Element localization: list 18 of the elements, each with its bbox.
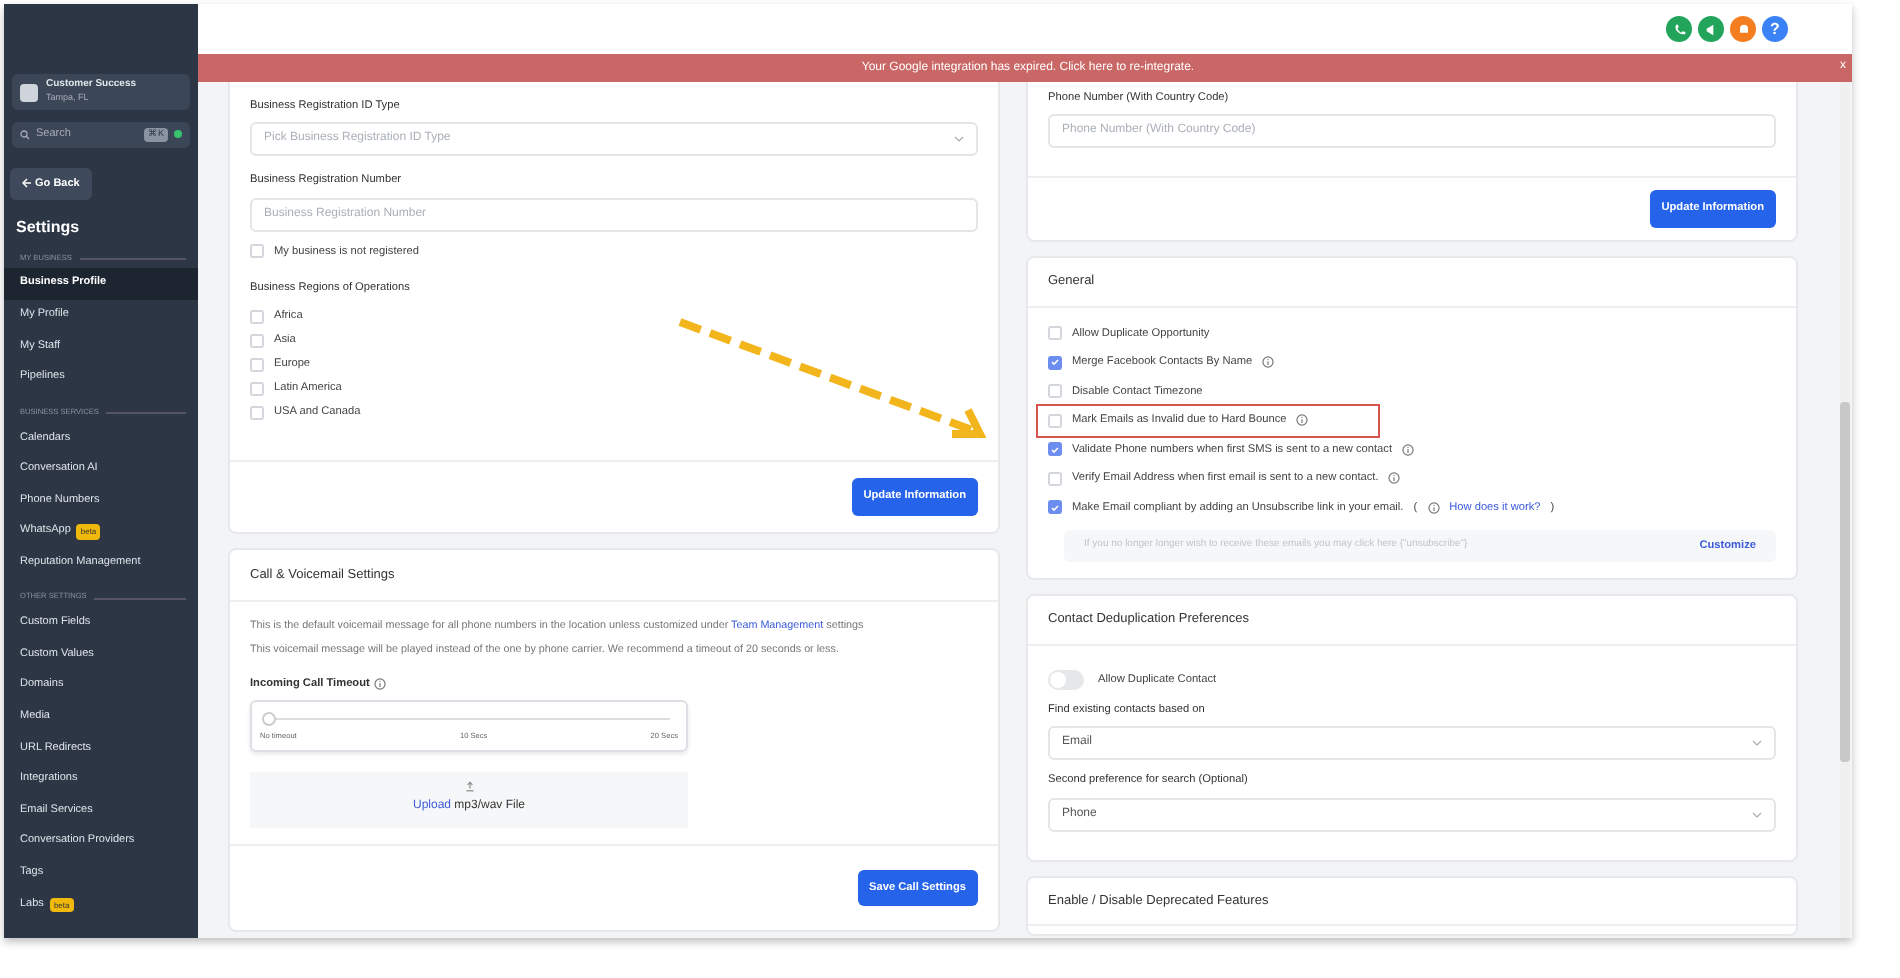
chevron-down-icon	[954, 136, 964, 143]
status-dot	[174, 130, 182, 139]
info-icon	[373, 677, 386, 690]
search-icon	[20, 129, 30, 140]
checkbox[interactable]	[1048, 355, 1062, 370]
toggle-switch[interactable]	[1048, 669, 1084, 690]
help-button[interactable]: ?	[1762, 16, 1788, 42]
phone-icon[interactable]	[1666, 16, 1692, 42]
settings-title: Settings	[16, 215, 82, 240]
upload-icon	[463, 780, 475, 793]
arrow-left-icon	[22, 177, 32, 188]
scrollbar[interactable]	[1840, 82, 1850, 938]
slider-thumb[interactable]	[262, 711, 276, 726]
checkbox[interactable]	[1048, 500, 1062, 515]
checkbox[interactable]	[1048, 442, 1062, 457]
building-icon	[20, 83, 38, 102]
chevron-down-icon	[1752, 811, 1762, 818]
chevron-down-icon	[1752, 740, 1762, 747]
